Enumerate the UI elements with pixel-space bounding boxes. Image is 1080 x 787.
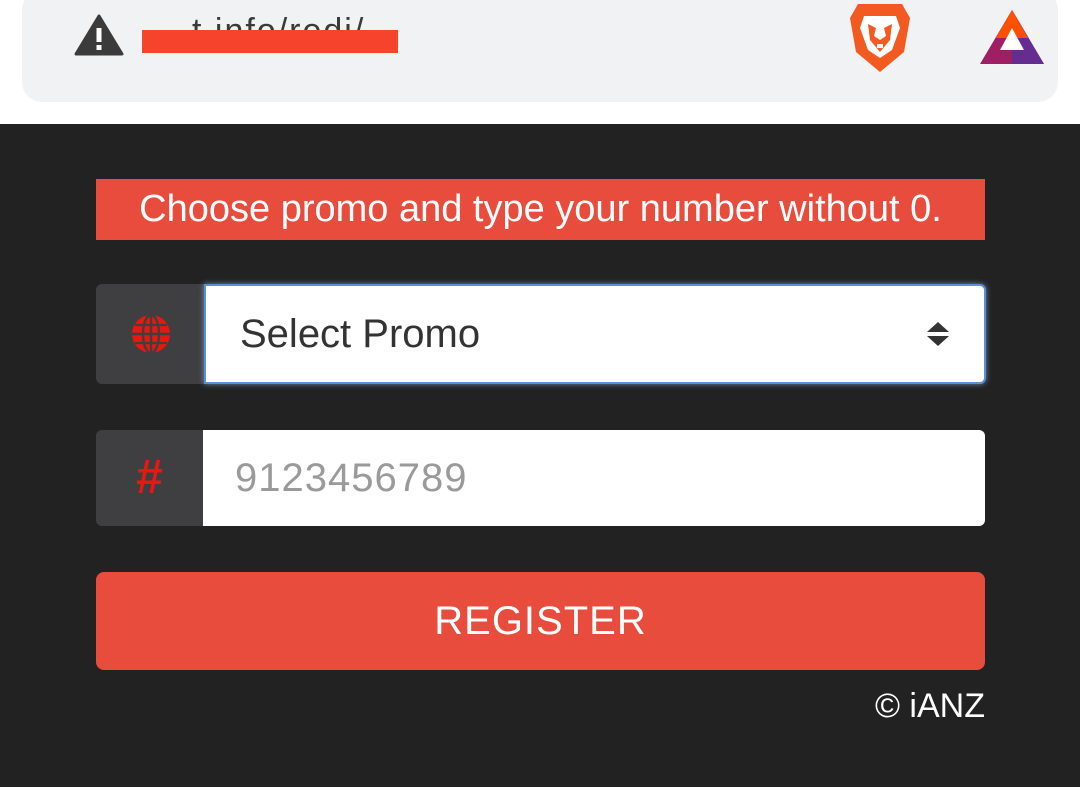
copyright-text: © iANZ	[874, 687, 985, 725]
bat-triangle-icon[interactable]	[978, 8, 1046, 66]
globe-icon	[132, 313, 170, 355]
brave-lion-icon[interactable]	[848, 0, 912, 74]
number-field-group: # 9123456789	[96, 430, 985, 526]
select-arrows-icon	[927, 322, 949, 346]
number-addon: #	[96, 430, 203, 526]
instruction-banner: Choose promo and type your number withou…	[96, 179, 985, 240]
browser-toolbar: t.info/redi/	[0, 0, 1080, 124]
page-content: Choose promo and type your number withou…	[0, 124, 1080, 787]
address-bar[interactable]: t.info/redi/	[22, 0, 1058, 102]
promo-select[interactable]: Select Promo	[204, 284, 986, 384]
phone-number-input[interactable]: 9123456789	[203, 430, 985, 526]
url-redaction	[142, 30, 398, 53]
register-button[interactable]: REGISTER	[96, 572, 985, 670]
hash-icon: #	[136, 451, 163, 504]
promo-field-group: Select Promo	[96, 284, 986, 384]
promo-select-value: Select Promo	[240, 312, 481, 356]
warning-triangle-icon[interactable]	[74, 14, 124, 56]
phone-number-placeholder: 9123456789	[235, 455, 468, 500]
promo-addon	[96, 284, 206, 384]
